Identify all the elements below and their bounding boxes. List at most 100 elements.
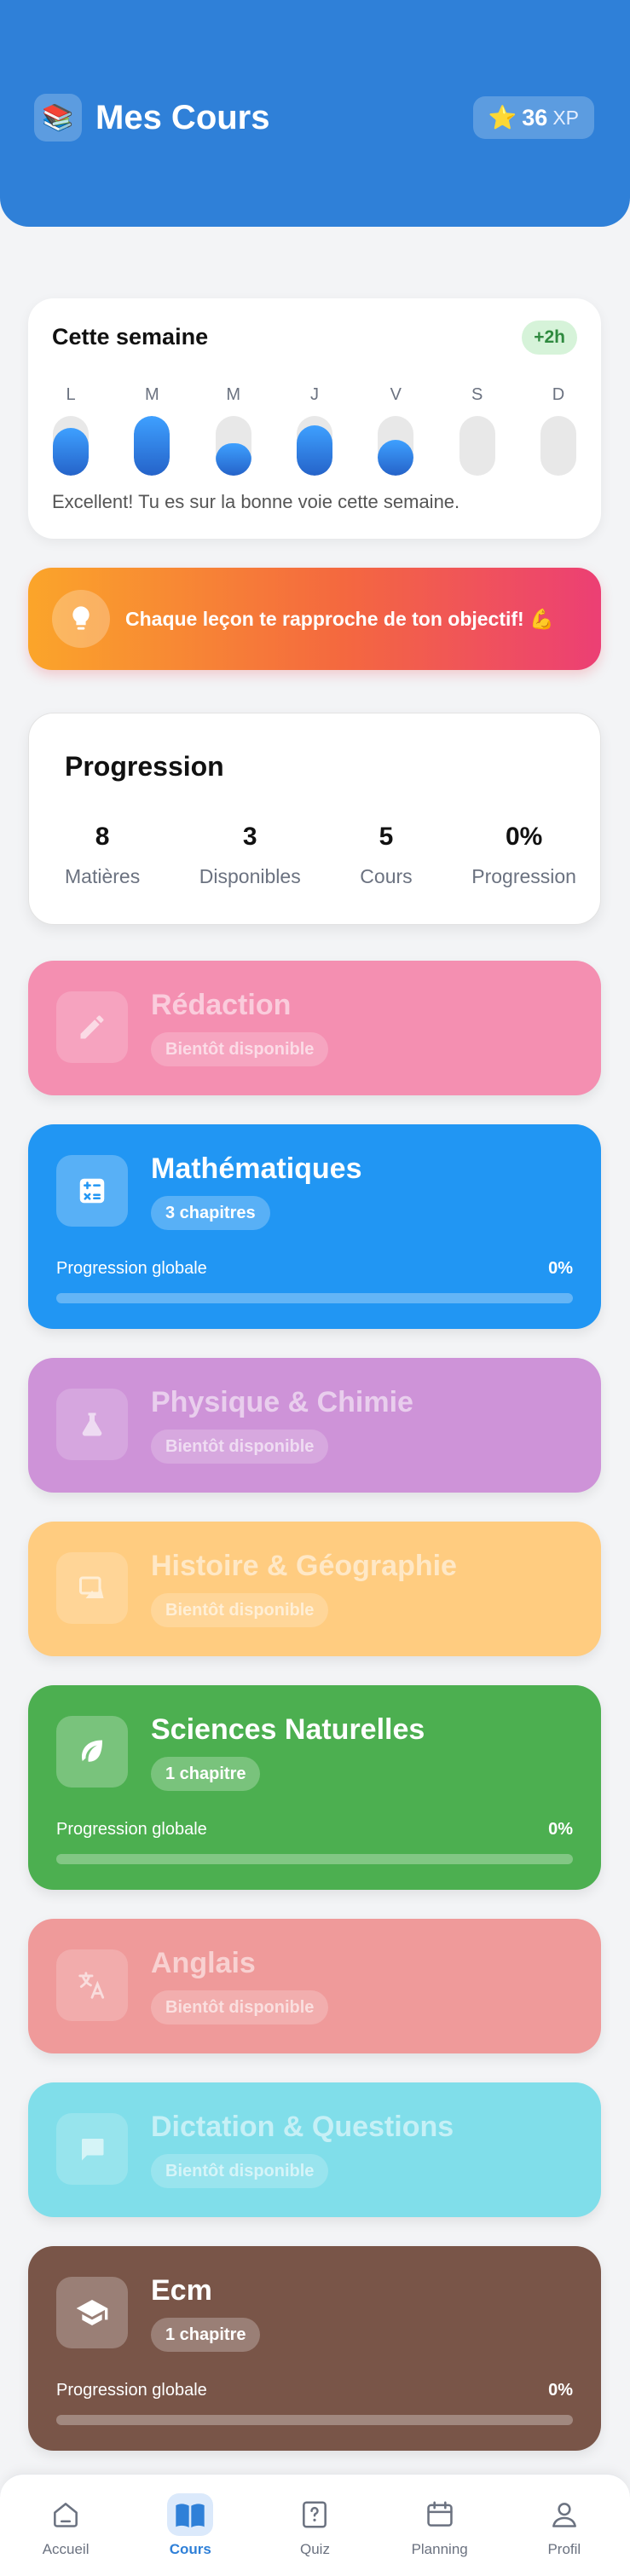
weekday-activity-bar bbox=[540, 416, 576, 476]
subject-chapters-tag: 1 chapitre bbox=[151, 1757, 261, 1791]
weekday-bars: LMMJVSD bbox=[52, 382, 577, 476]
nav-label: Planning bbox=[411, 2541, 468, 2557]
subject-card-anglais[interactable]: Anglais Bientôt disponible bbox=[28, 1919, 601, 2053]
weekday-activity-fill bbox=[215, 442, 251, 476]
weekly-message: Excellent! Tu es sur la bonne voie cette… bbox=[52, 491, 460, 512]
bottom-nav: Accueil Cours Quiz Planning Profil bbox=[0, 2474, 630, 2576]
progress-bar bbox=[56, 1854, 573, 1864]
subject-status-tag: Bientôt disponible bbox=[151, 1990, 329, 2024]
star-icon: ⭐ bbox=[488, 105, 517, 130]
weekly-activity-card: Cette semaine +2h L M M J V S D Excellent! Tu … bbox=[28, 298, 601, 539]
motivation-text: Chaque leçon te rapproche de ton objecti… bbox=[125, 607, 554, 630]
subject-chapters-tag: 1 chapitre bbox=[151, 2318, 261, 2352]
xp-value: 36 bbox=[522, 104, 548, 130]
nav-item-accueil[interactable]: Accueil bbox=[10, 2475, 121, 2558]
chat-bubble-icon bbox=[56, 2113, 128, 2185]
stat-value: 5 bbox=[379, 823, 394, 851]
weekday-activity-bar bbox=[459, 416, 495, 476]
subject-name: Ecm bbox=[151, 2274, 212, 2307]
book-icon bbox=[167, 2493, 214, 2536]
books-icon: 📚 bbox=[34, 94, 82, 142]
motivation-banner: Chaque leçon te rapproche de ton objecti… bbox=[28, 568, 601, 670]
progress-label: Progression globale bbox=[56, 1259, 207, 1278]
stat-courses: 5 Cours bbox=[360, 823, 412, 888]
stat-label: Disponibles bbox=[199, 865, 301, 887]
stat-label: Cours bbox=[360, 865, 413, 887]
nav-label: Quiz bbox=[299, 2541, 330, 2557]
stat-value: 3 bbox=[242, 823, 257, 851]
nav-item-planning[interactable]: Planning bbox=[384, 2475, 495, 2558]
app-header: 📚 Mes Cours ⭐ 36 XP bbox=[0, 0, 630, 227]
weekday-label: V bbox=[390, 385, 402, 404]
nav-label: Accueil bbox=[42, 2541, 90, 2557]
home-icon bbox=[43, 2493, 89, 2536]
weekday-label: M bbox=[226, 385, 240, 404]
weekday-label: M bbox=[144, 385, 159, 404]
subject-chapters-tag: 3 chapitres bbox=[151, 1196, 270, 1230]
pencil-icon bbox=[56, 991, 128, 1063]
progress-value: 0% bbox=[548, 2381, 573, 2400]
weekday-activity-bar bbox=[296, 416, 332, 476]
stat-subjects: 8 Matières bbox=[65, 823, 140, 888]
subject-status-tag: Bientôt disponible bbox=[151, 1032, 329, 1066]
weekday-activity-bar bbox=[134, 416, 171, 476]
weekday-activity-bar bbox=[53, 416, 89, 476]
map-icon bbox=[56, 1552, 128, 1624]
subject-name: Histoire & Géographie bbox=[151, 1550, 457, 1582]
nav-item-profil[interactable]: Profil bbox=[509, 2475, 620, 2558]
subject-name: Rédaction bbox=[151, 989, 292, 1021]
subject-card-histoire-geographie[interactable]: Histoire & Géographie Bientôt disponible bbox=[28, 1522, 601, 1656]
subject-card-physique-chimie[interactable]: Physique & Chimie Bientôt disponible bbox=[28, 1358, 601, 1493]
weekday-activity-bar bbox=[378, 416, 414, 476]
quiz-icon bbox=[292, 2493, 338, 2536]
weekly-activity-title: Cette semaine bbox=[52, 324, 209, 349]
weekday-label: S bbox=[471, 385, 483, 404]
subject-card-dictation-questions[interactable]: Dictation & Questions Bientôt disponible bbox=[28, 2082, 601, 2217]
weekday-1: M bbox=[133, 382, 171, 476]
lightbulb-icon bbox=[52, 590, 110, 648]
weekly-gain-badge: +2h bbox=[522, 321, 577, 355]
stat-available: 3 Disponibles bbox=[199, 823, 301, 888]
weekday-3: J bbox=[296, 382, 333, 476]
subject-card-sciences-naturelles[interactable]: Sciences Naturelles 1 chapitre Progressi… bbox=[28, 1685, 601, 1890]
nav-item-quiz[interactable]: Quiz bbox=[259, 2475, 370, 2558]
subject-name: Sciences Naturelles bbox=[151, 1713, 425, 1746]
translate-icon bbox=[56, 1949, 128, 2021]
weekday-label: L bbox=[66, 385, 76, 404]
subject-status-tag: Bientôt disponible bbox=[151, 1593, 329, 1627]
subject-card-ecm[interactable]: Ecm 1 chapitre Progression globale 0% bbox=[28, 2246, 601, 2451]
page-title: Mes Cours bbox=[95, 99, 270, 136]
stat-label: Matières bbox=[65, 865, 141, 887]
weekday-label: J bbox=[309, 385, 319, 404]
nav-item-cours[interactable]: Cours bbox=[135, 2475, 246, 2558]
flask-icon bbox=[56, 1389, 128, 1460]
xp-badge[interactable]: ⭐ 36 XP bbox=[472, 96, 594, 139]
progress-bar bbox=[56, 2415, 573, 2425]
progress-value: 0% bbox=[548, 1259, 573, 1278]
weekday-activity-fill bbox=[378, 440, 414, 476]
progress-value: 0% bbox=[548, 1820, 573, 1839]
weekday-4: V bbox=[377, 382, 414, 476]
subject-name: Dictation & Questions bbox=[151, 2111, 454, 2143]
subject-name: Mathématiques bbox=[151, 1152, 362, 1185]
progression-stats: 8 Matières 3 Disponibles 5 Cours 0% Prog… bbox=[65, 823, 576, 888]
subject-card-mathematiques[interactable]: Mathématiques 3 chapitres Progression gl… bbox=[28, 1124, 601, 1329]
progress-label: Progression globale bbox=[56, 2381, 207, 2400]
stat-progression: 0% Progression bbox=[471, 823, 576, 888]
weekday-6: D bbox=[540, 382, 577, 476]
graduation-cap-icon bbox=[56, 2277, 128, 2348]
stat-value: 0% bbox=[505, 823, 543, 851]
weekday-label: D bbox=[552, 385, 565, 404]
user-icon bbox=[541, 2493, 587, 2536]
calendar-icon bbox=[417, 2493, 463, 2536]
subject-card-redaction[interactable]: Rédaction Bientôt disponible bbox=[28, 961, 601, 1095]
calculator-icon bbox=[56, 1155, 128, 1227]
subject-status-tag: Bientôt disponible bbox=[151, 1430, 329, 1464]
stat-label: Progression bbox=[471, 865, 576, 887]
stat-value: 8 bbox=[95, 823, 110, 851]
weekday-activity-fill bbox=[296, 425, 332, 476]
xp-unit: XP bbox=[552, 106, 579, 129]
progress-label: Progression globale bbox=[56, 1820, 207, 1839]
weekday-2: M bbox=[215, 382, 252, 476]
progress-bar bbox=[56, 1293, 573, 1303]
